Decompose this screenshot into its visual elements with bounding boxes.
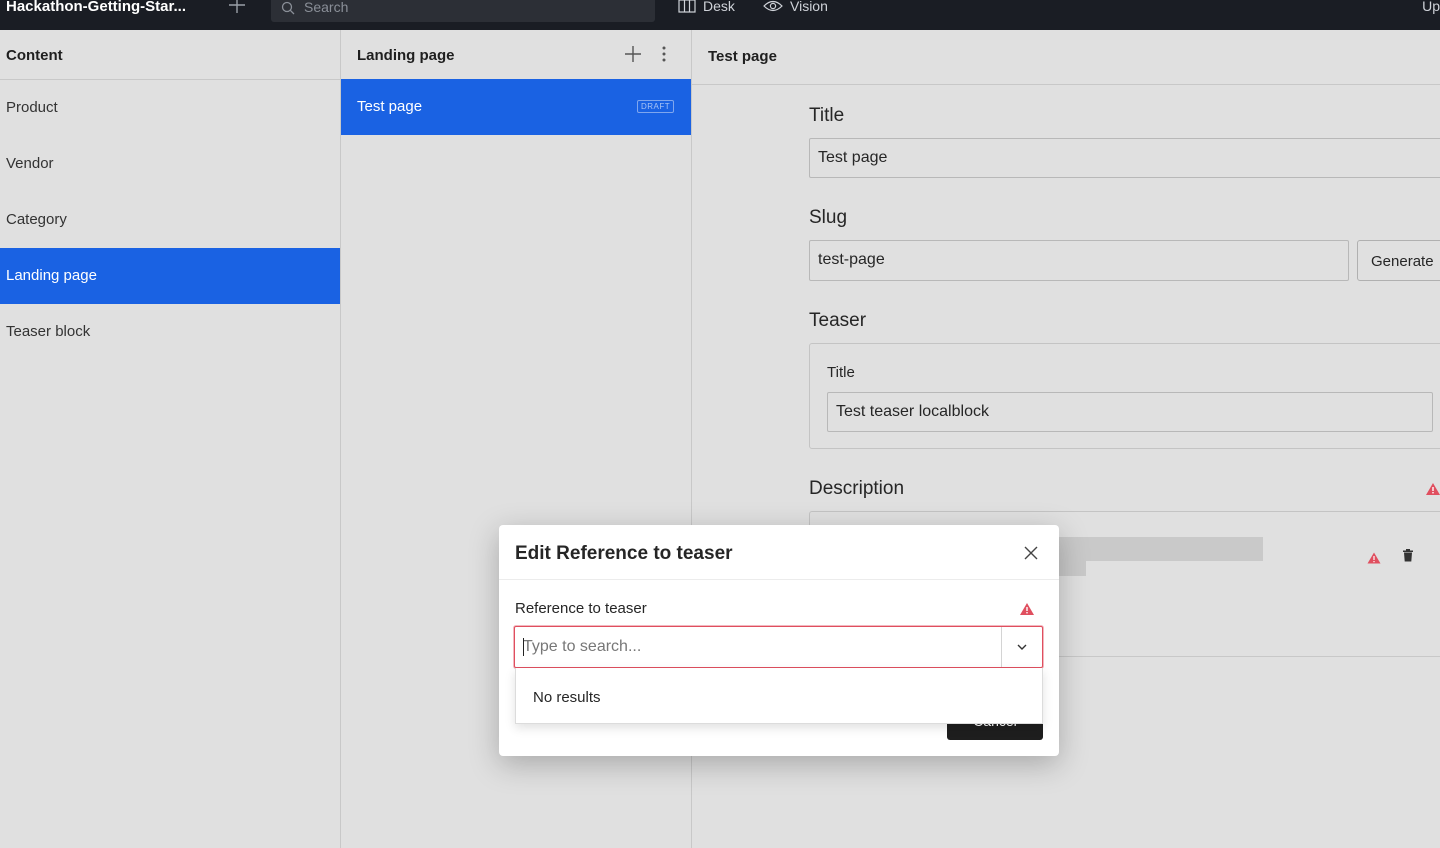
slug-input[interactable]: test-page bbox=[809, 240, 1349, 281]
more-menu-icon[interactable] bbox=[661, 45, 667, 68]
item-warning-icon bbox=[1367, 551, 1381, 569]
add-document-icon[interactable] bbox=[623, 44, 643, 69]
content-pane-title: Content bbox=[6, 47, 63, 64]
document-item-test-page[interactable]: Test page DRAFT bbox=[341, 79, 691, 135]
teaser-title-input[interactable]: Test teaser localblock bbox=[827, 392, 1433, 432]
draft-badge: DRAFT bbox=[637, 100, 675, 113]
vision-tool-label: Vision bbox=[790, 0, 828, 14]
desk-tool-button[interactable]: Desk bbox=[678, 0, 735, 14]
chevron-down-icon[interactable] bbox=[1016, 640, 1028, 658]
nav-item-product[interactable]: Product bbox=[0, 80, 340, 136]
nav-item-category[interactable]: Category bbox=[0, 192, 340, 248]
validation-warning-icon bbox=[1019, 602, 1035, 621]
desk-icon bbox=[678, 0, 696, 13]
description-item-placeholder bbox=[1050, 537, 1263, 561]
nav-item-teaser-block[interactable]: Teaser block bbox=[0, 304, 340, 360]
title-input[interactable]: Test page bbox=[809, 138, 1440, 178]
no-results-message: No results bbox=[533, 689, 601, 706]
close-icon[interactable] bbox=[1022, 544, 1040, 562]
nav-item-label: Category bbox=[6, 211, 67, 228]
search-results-dropdown: No results bbox=[515, 668, 1043, 724]
reference-field-label: Reference to teaser bbox=[515, 600, 647, 617]
dialog-header: Edit Reference to teaser bbox=[499, 525, 1059, 580]
dialog-title: Edit Reference to teaser bbox=[515, 543, 733, 564]
nav-item-label: Teaser block bbox=[6, 323, 91, 340]
project-name[interactable]: Hackathon-Getting-Star... bbox=[6, 0, 186, 15]
search-placeholder: Search bbox=[304, 0, 349, 15]
combobox-divider bbox=[1001, 627, 1002, 667]
editor-header: Test page bbox=[692, 30, 1440, 85]
desk-tool-label: Desk bbox=[703, 0, 735, 14]
vision-tool-button[interactable]: Vision bbox=[763, 0, 828, 14]
teaser-title-label: Title bbox=[827, 364, 855, 381]
teaser-field-label: Teaser bbox=[809, 310, 867, 331]
content-pane-header: Content bbox=[0, 30, 340, 80]
nav-item-landing-page[interactable]: Landing page bbox=[0, 248, 340, 304]
nav-item-label: Vendor bbox=[6, 155, 54, 172]
teaser-object-field: Title Test teaser localblock bbox=[809, 343, 1440, 449]
content-pane: Content Product Vendor Category Landing … bbox=[0, 30, 341, 848]
reference-search-input[interactable]: Type to search... bbox=[523, 638, 641, 656]
generate-slug-button[interactable]: Generate bbox=[1357, 240, 1440, 281]
nav-item-vendor[interactable]: Vendor bbox=[0, 136, 340, 192]
slug-input-value: test-page bbox=[818, 251, 885, 268]
editor-title: Test page bbox=[708, 48, 777, 65]
list-pane-title: Landing page bbox=[357, 47, 455, 64]
title-field-label: Title bbox=[809, 105, 845, 126]
title-input-value: Test page bbox=[818, 149, 888, 166]
generate-button-label: Generate bbox=[1371, 253, 1434, 270]
delete-item-icon[interactable] bbox=[1403, 549, 1413, 567]
create-new-icon[interactable] bbox=[228, 0, 248, 16]
teaser-title-value: Test teaser localblock bbox=[836, 403, 989, 420]
topbar-right-text[interactable]: Up bbox=[1422, 0, 1440, 14]
description-field-label: Description bbox=[809, 478, 905, 499]
global-search[interactable]: Search bbox=[271, 0, 655, 22]
text-caret bbox=[523, 638, 524, 656]
reference-search-combobox[interactable]: Type to search... bbox=[514, 626, 1043, 668]
search-icon bbox=[281, 1, 295, 20]
nav-item-label: Landing page bbox=[6, 267, 97, 284]
description-warning-icon bbox=[1425, 482, 1440, 501]
nav-item-label: Product bbox=[6, 99, 58, 116]
list-pane-header: Landing page bbox=[341, 30, 691, 80]
eye-icon bbox=[763, 0, 783, 12]
top-bar: Hackathon-Getting-Star... Search Desk Vi… bbox=[0, 0, 1440, 30]
slug-field-label: Slug bbox=[809, 207, 848, 228]
document-title: Test page bbox=[357, 98, 423, 115]
